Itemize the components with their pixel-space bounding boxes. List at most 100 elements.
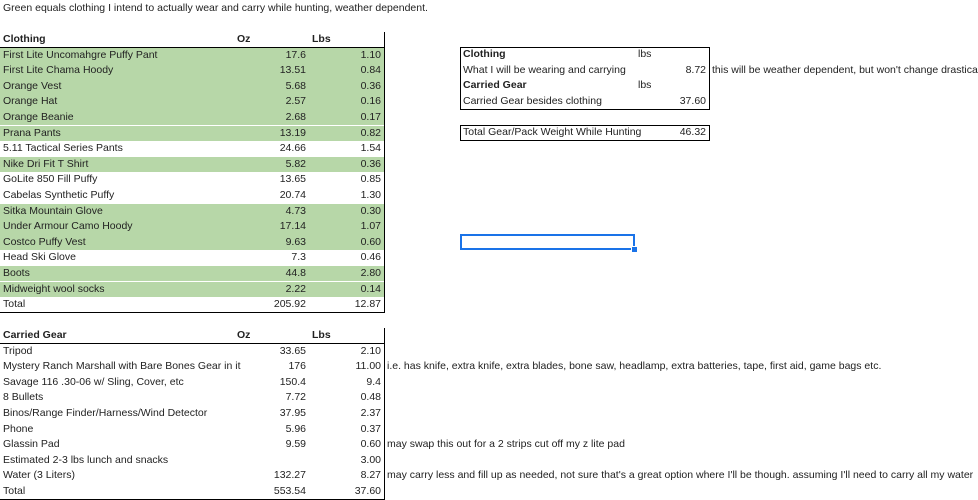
summary-carried-label[interactable]: Carried Gear	[460, 78, 635, 94]
note-cell[interactable]: may swap this out for a 2 strips cut off…	[384, 437, 978, 453]
lbs-cell[interactable]: 8.27	[309, 468, 384, 484]
summary-wearing-label[interactable]: What I will be wearing and carrying	[460, 63, 635, 79]
oz-cell[interactable]: 205.92	[234, 297, 309, 313]
selected-cell[interactable]	[460, 234, 635, 250]
summary-clothing-label[interactable]: Clothing	[460, 47, 635, 63]
oz-cell[interactable]: 13.65	[234, 172, 309, 188]
oz-cell[interactable]: 17.14	[234, 219, 309, 235]
oz-cell[interactable]: 150.4	[234, 375, 309, 391]
item-name-cell[interactable]: Total	[0, 297, 234, 313]
item-name-cell[interactable]: Total	[0, 484, 234, 500]
oz-cell[interactable]: 44.8	[234, 265, 309, 282]
oz-cell[interactable]: 37.95	[234, 406, 309, 422]
lbs-cell[interactable]: 37.60	[309, 484, 384, 500]
item-name-cell[interactable]: Glassin Pad	[0, 437, 234, 453]
item-name-cell[interactable]: 5.11 Tactical Series Pants	[0, 141, 234, 157]
item-name-cell[interactable]: Nike Dri Fit T Shirt	[0, 156, 234, 173]
carried-header[interactable]: Carried Gear	[0, 328, 234, 344]
spreadsheet[interactable]: Green equals clothing I intend to actual…	[0, 0, 978, 500]
oz-cell[interactable]: 5.82	[234, 156, 309, 173]
oz-cell[interactable]	[234, 453, 309, 469]
oz-cell[interactable]: 132.27	[234, 468, 309, 484]
lbs-cell[interactable]: 1.30	[309, 188, 384, 204]
oz-cell[interactable]: 9.63	[234, 234, 309, 251]
clothing-header[interactable]: Clothing	[0, 32, 234, 48]
lbs-cell[interactable]: 0.60	[309, 437, 384, 453]
lbs-cell[interactable]: 2.37	[309, 406, 384, 422]
oz-cell[interactable]: 17.6	[234, 47, 309, 63]
lbs-cell[interactable]: 1.54	[309, 141, 384, 157]
lbs-cell[interactable]: 0.46	[309, 250, 384, 266]
lbs-cell[interactable]: 0.17	[309, 109, 384, 126]
item-name-cell[interactable]: Midweight wool socks	[0, 281, 234, 297]
item-name-cell[interactable]: Binos/Range Finder/Harness/Wind Detector	[0, 406, 234, 422]
oz-cell[interactable]: 2.68	[234, 109, 309, 126]
lbs-cell[interactable]: 0.85	[309, 172, 384, 188]
lbs-cell[interactable]: 0.36	[309, 156, 384, 173]
item-name-cell[interactable]: Savage 116 .30-06 w/ Sling, Cover, etc	[0, 375, 234, 391]
item-name-cell[interactable]: Tripod	[0, 344, 234, 360]
oz-cell[interactable]: 7.3	[234, 250, 309, 266]
item-name-cell[interactable]: Mystery Ranch Marshall with Bare Bones G…	[0, 359, 241, 375]
oz-cell[interactable]: 176	[234, 359, 309, 375]
lbs-cell[interactable]: 11.00	[309, 359, 384, 375]
summary-clothing-unit[interactable]: lbs	[635, 47, 709, 63]
lbs-cell[interactable]: 0.16	[309, 94, 384, 110]
oz-cell[interactable]: 20.74	[234, 188, 309, 204]
item-name-cell[interactable]: Phone	[0, 422, 234, 438]
item-name-cell[interactable]: First Lite Uncomahgre Puffy Pant	[0, 47, 234, 63]
summary-wearing-value[interactable]: 8.72	[635, 63, 709, 79]
lbs-cell[interactable]: 1.07	[309, 219, 384, 235]
lbs-cell[interactable]: 3.00	[309, 453, 384, 469]
item-name-cell[interactable]: Sitka Mountain Glove	[0, 203, 234, 219]
summary-total-label[interactable]: Total Gear/Pack Weight While Hunting	[460, 125, 641, 141]
oz-cell[interactable]: 5.96	[234, 422, 309, 438]
lbs-cell[interactable]: 0.14	[309, 281, 384, 297]
item-name-cell[interactable]: Orange Hat	[0, 94, 234, 110]
item-name-cell[interactable]: Prana Pants	[0, 125, 234, 141]
lbs-cell[interactable]: 2.80	[309, 265, 384, 282]
lbs-cell[interactable]: 9.4	[309, 375, 384, 391]
item-name-cell[interactable]: Orange Vest	[0, 78, 234, 95]
item-name-cell[interactable]: GoLite 850 Fill Puffy	[0, 172, 234, 188]
lbs-cell[interactable]: 0.36	[309, 78, 384, 95]
lbs-cell[interactable]: 1.10	[309, 47, 384, 63]
oz-cell[interactable]: 2.22	[234, 281, 309, 297]
oz-cell[interactable]: 553.54	[234, 484, 309, 500]
lbs-cell[interactable]: 0.60	[309, 234, 384, 251]
lbs-cell[interactable]: 2.10	[309, 344, 384, 360]
item-name-cell[interactable]: Costco Puffy Vest	[0, 234, 234, 251]
carried-lbs-header[interactable]: Lbs	[309, 328, 384, 344]
lbs-cell[interactable]: 0.37	[309, 422, 384, 438]
oz-cell[interactable]: 2.57	[234, 94, 309, 110]
summary-carried-besides-value[interactable]: 37.60	[635, 94, 709, 110]
carried-oz-header[interactable]: Oz	[234, 328, 309, 344]
clothing-oz-header[interactable]: Oz	[234, 32, 309, 48]
oz-cell[interactable]: 9.59	[234, 437, 309, 453]
clothing-lbs-header[interactable]: Lbs	[309, 32, 384, 48]
item-name-cell[interactable]: Cabelas Synthetic Puffy	[0, 188, 234, 204]
lbs-cell[interactable]: 12.87	[309, 297, 384, 313]
oz-cell[interactable]: 33.65	[234, 344, 309, 360]
item-name-cell[interactable]: Under Armour Camo Hoody	[0, 219, 234, 235]
note-cell[interactable]: i.e. has knife, extra knife, extra blade…	[384, 359, 978, 375]
lbs-cell[interactable]: 0.84	[309, 63, 384, 79]
item-name-cell[interactable]: First Lite Chama Hoody	[0, 63, 234, 79]
item-name-cell[interactable]: Head Ski Glove	[0, 250, 234, 266]
item-name-cell[interactable]: Boots	[0, 265, 234, 282]
summary-carried-unit[interactable]: lbs	[635, 78, 709, 94]
lbs-cell[interactable]: 0.30	[309, 203, 384, 219]
item-name-cell[interactable]: 8 Bullets	[0, 390, 234, 406]
summary-wearing-note[interactable]: this will be weather dependent, but won'…	[709, 63, 978, 79]
note-cell[interactable]: may carry less and fill up as needed, no…	[384, 468, 978, 484]
oz-cell[interactable]: 13.51	[234, 63, 309, 79]
summary-total-value[interactable]: 46.32	[635, 125, 709, 141]
lbs-cell[interactable]: 0.48	[309, 390, 384, 406]
fill-handle[interactable]	[631, 246, 638, 253]
summary-carried-besides-label[interactable]: Carried Gear besides clothing	[460, 94, 635, 110]
note-cell[interactable]: Green equals clothing I intend to actual…	[0, 1, 500, 17]
oz-cell[interactable]: 4.73	[234, 203, 309, 219]
item-name-cell[interactable]: Estimated 2-3 lbs lunch and snacks	[0, 453, 234, 469]
oz-cell[interactable]: 5.68	[234, 78, 309, 95]
oz-cell[interactable]: 7.72	[234, 390, 309, 406]
